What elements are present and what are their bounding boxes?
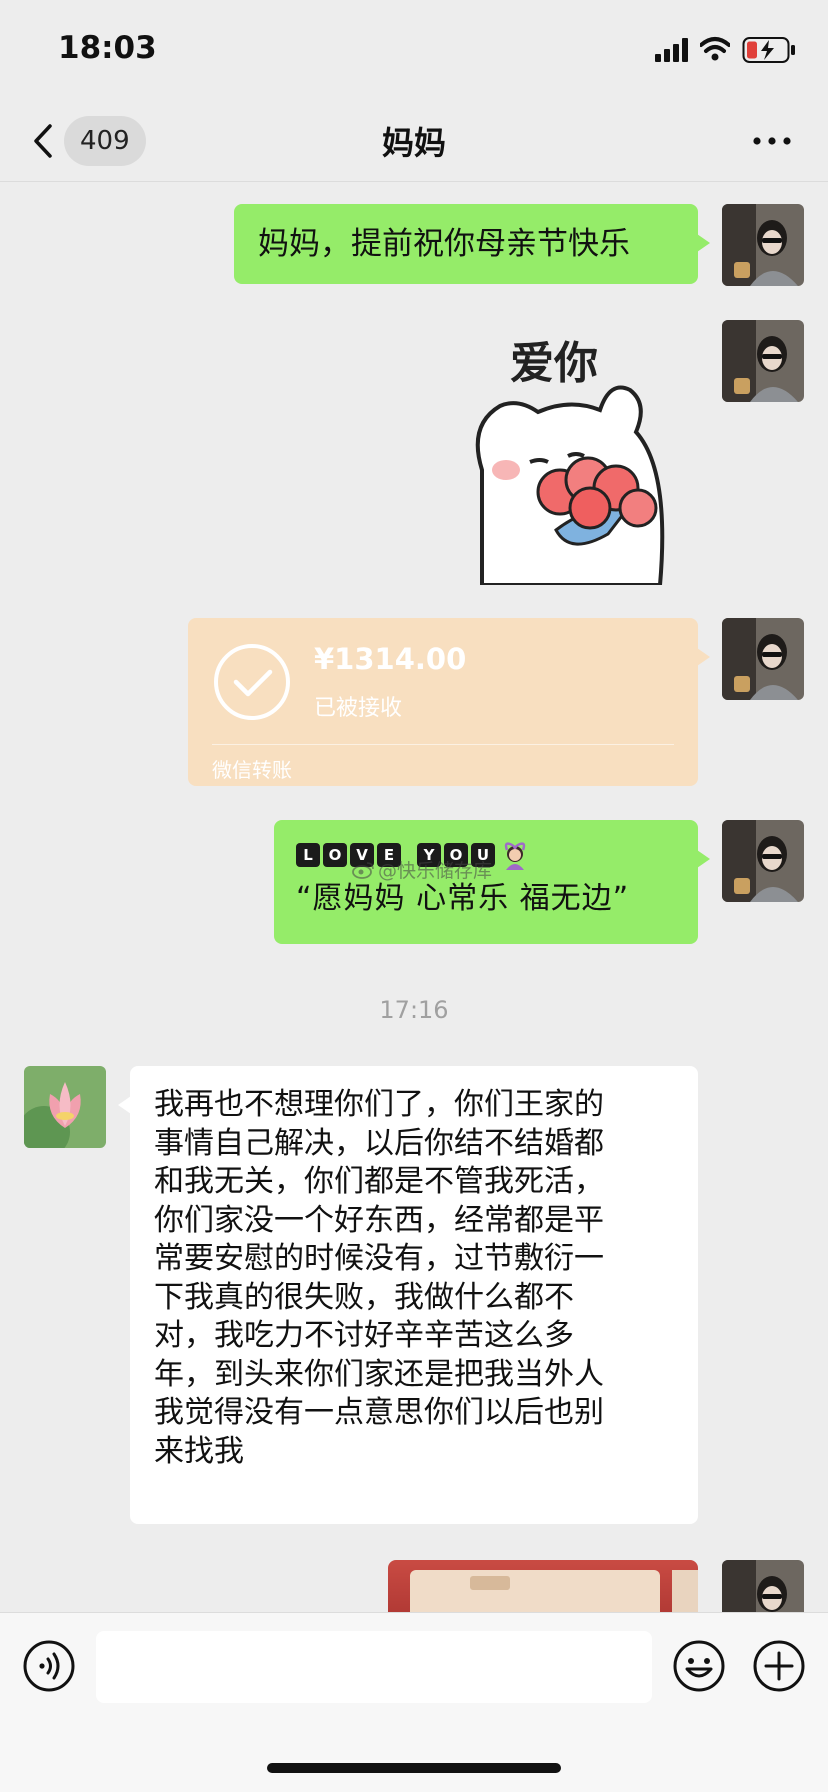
- self-avatar[interactable]: [722, 204, 804, 286]
- lotus-avatar-icon: [24, 1066, 106, 1148]
- plus-icon[interactable]: [752, 1639, 806, 1693]
- message-line: 你们家没一个好东西，经常都是平: [154, 1202, 604, 1238]
- gift-box-photo: [410, 1570, 660, 1612]
- home-indicator[interactable]: [267, 1763, 561, 1773]
- self-avatar[interactable]: [722, 820, 804, 902]
- message-line: 常要安慰的时候没有，过节敷衍一: [154, 1241, 604, 1276]
- avatar-photo-icon: [722, 618, 804, 700]
- watermark-text: @快乐储存库: [378, 860, 493, 882]
- avatar-photo-icon: [722, 820, 804, 902]
- wechat-transfer-card[interactable]: ¥1314.00 已被接收 微信转账: [188, 618, 710, 786]
- box-logo: [470, 1576, 510, 1590]
- check-circle-icon: [214, 644, 290, 720]
- transfer-amount: ¥1314.00: [314, 642, 467, 676]
- watermark: @快乐储存库: [352, 856, 492, 883]
- status-time: 18:03: [58, 30, 157, 66]
- message-input[interactable]: [96, 1631, 652, 1703]
- self-text-message[interactable]: 妈妈，提前祝你母亲节快乐: [234, 204, 710, 284]
- message-line: 事情自己解决，以后你结不结婚都: [154, 1125, 604, 1161]
- message-text: 妈妈，提前祝你母亲节快乐: [258, 226, 630, 262]
- emoji-icon[interactable]: [672, 1639, 726, 1693]
- input-bar: [0, 1612, 828, 1792]
- image-message[interactable]: [388, 1560, 698, 1612]
- message-line: 我觉得没有一点意思你们以后也别: [154, 1395, 604, 1430]
- message-line: 我再也不想理你们了，你们王家的: [154, 1087, 604, 1122]
- transfer-status: 已被接收: [314, 696, 403, 721]
- avatar-photo-icon: [722, 204, 804, 286]
- contact-avatar[interactable]: [24, 1066, 106, 1148]
- love-sticker[interactable]: 爱你: [460, 320, 690, 587]
- voice-icon[interactable]: [22, 1639, 76, 1693]
- bunny-heart-sticker-icon: 爱你: [475, 338, 665, 587]
- status-bar: 18:03: [0, 0, 828, 100]
- message-line: 和我无关，你们都是不管我死活，: [154, 1164, 604, 1199]
- chat-title: 妈妈: [381, 124, 446, 162]
- heart-arms-emoji-icon: [504, 842, 526, 870]
- gift-box-photo-edge: [672, 1570, 698, 1612]
- message-timestamp: 17:16: [379, 996, 449, 1024]
- divider: [212, 744, 674, 745]
- weibo-icon: [352, 861, 374, 879]
- battery-charging-icon: [742, 37, 795, 63]
- message-line: 对，我吃力不讨好辛辛苦这么多: [154, 1318, 574, 1353]
- message-line: 年，到头来你们家还是把我当外人: [154, 1356, 604, 1392]
- message-line: 下我真的很失败，我做什么都不: [154, 1279, 574, 1315]
- self-avatar[interactable]: [722, 320, 804, 402]
- self-avatar[interactable]: [722, 1560, 804, 1612]
- message-line: 来找我: [154, 1433, 244, 1469]
- wifi-icon: [700, 37, 730, 61]
- letter-tile: O: [323, 843, 347, 867]
- contact-text-message[interactable]: 我再也不想理你们了，你们王家的 事情自己解决，以后你结不结婚都 和我无关，你们都…: [118, 1066, 698, 1524]
- chat-header: 409 妈妈: [0, 100, 828, 182]
- sticker-text: 爱你: [510, 338, 598, 389]
- avatar-photo-icon: [722, 1560, 804, 1612]
- avatar-photo-icon: [722, 320, 804, 402]
- signal-icon: [655, 38, 688, 62]
- transfer-label: 微信转账: [212, 758, 292, 782]
- self-avatar[interactable]: [722, 618, 804, 700]
- more-icon[interactable]: [752, 136, 792, 146]
- letter-tile: L: [296, 843, 320, 867]
